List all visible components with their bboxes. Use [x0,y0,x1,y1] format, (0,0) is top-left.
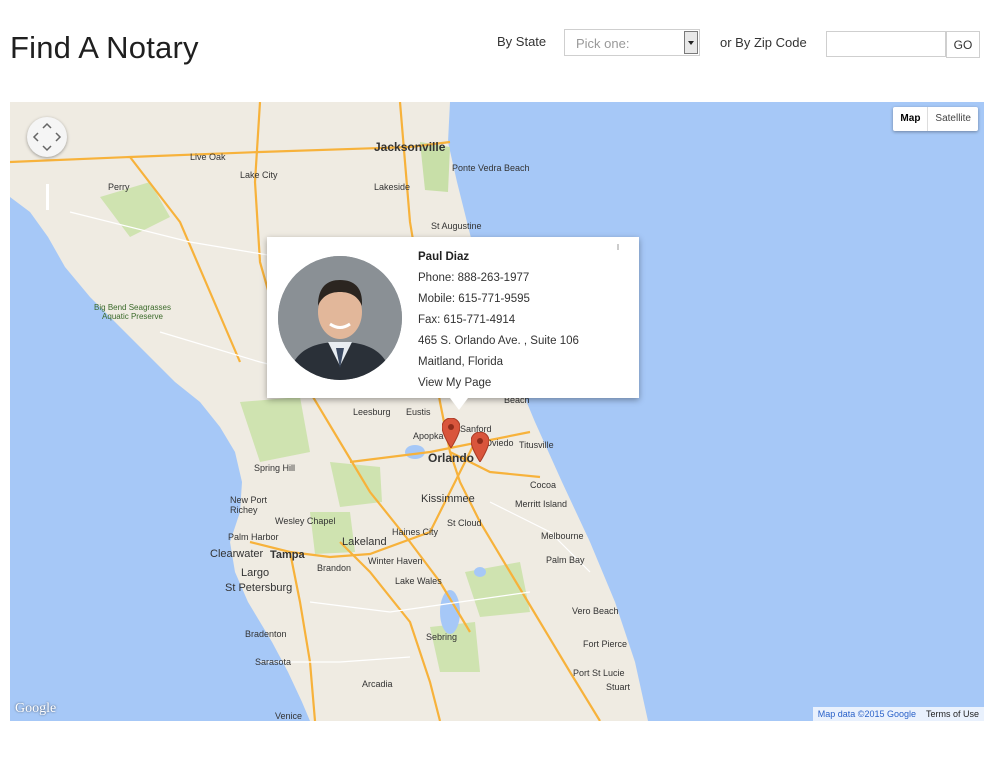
map-attribution: Map data ©2015 Google Terms of Use [812,707,984,721]
zip-label: or By Zip Code [720,35,807,50]
place-label: Port St Lucie [573,668,625,678]
notary-name: Paul Diaz [418,251,470,263]
place-label: Melbourne [541,531,584,541]
zoom-slider[interactable] [46,184,49,210]
pan-arrows-icon [32,122,62,152]
place-label: Cocoa [530,480,557,490]
place-label: Largo [241,567,270,579]
place-label: Merritt Island [515,499,568,509]
state-select-value: Pick one: [576,36,630,51]
place-label: Sebring [426,632,458,642]
place-label: Lakeside [374,182,411,192]
place-label: Titusville [519,440,554,450]
place-label: Leesburg [353,407,391,417]
notary-city: Maitland, Florida [418,356,504,368]
page-header: Find A Notary By State Pick one: or By Z… [0,0,998,102]
place-label: Oviedo [485,438,514,448]
map-pin-icon[interactable] [471,432,489,462]
place-label: Brandon [317,563,352,573]
notary-avatar [278,256,402,380]
place-label: Perry [108,182,130,192]
state-label: By State [497,34,547,49]
map-view[interactable]: Jacksonville Ponte Vedra Beach Live Oak … [10,102,984,721]
notary-info-window: Paul Diaz Phone: 888-263-1977 Mobile: 61… [267,237,639,410]
place-label: Bradenton [245,629,287,639]
place-label: Winter Haven [368,556,423,566]
map-type-control: Map Satellite [893,107,978,131]
place-label: Lakeland [342,536,387,548]
terms-of-use-link[interactable]: Terms of Use [921,707,984,721]
place-label: Stuart [606,682,631,692]
place-label: Haines City [392,527,439,537]
notary-address: 465 S. Orlando Ave. , Suite 106 [418,335,579,347]
place-label: Clearwater [210,548,264,560]
place-label: Orlando [428,451,475,465]
map-type-map[interactable]: Map [893,107,929,131]
place-label: Palm Bay [546,555,585,565]
place-label: Fort Pierce [583,639,628,649]
place-label: St Petersburg [225,582,293,594]
place-label: Wesley Chapel [275,516,336,526]
place-label: New Port Richey [230,495,268,515]
view-my-page-link[interactable]: View My Page [418,373,579,394]
close-icon[interactable] [617,244,619,250]
place-label: Palm Harbor [228,532,279,542]
page-title: Find A Notary [10,30,199,65]
place-label: Arcadia [362,679,393,689]
notary-mobile: Mobile: 615-771-9595 [418,293,530,305]
person-photo-icon [278,256,402,380]
map-pin-icon[interactable] [442,418,460,448]
place-label: Venice [275,711,303,721]
place-label: Lake Wales [395,576,442,586]
place-label: Tampa [270,549,305,561]
place-label: Apopka [413,431,444,441]
notary-phone: Phone: 888-263-1977 [418,272,530,284]
pan-control[interactable] [27,117,67,157]
zip-code-input[interactable] [826,31,946,57]
place-label: Eustis [406,407,431,417]
place-label: Live Oak [190,152,226,162]
map-type-satellite[interactable]: Satellite [928,107,978,131]
go-button[interactable]: GO [946,31,980,58]
place-label: Sarasota [255,657,292,667]
notary-details: Paul Diaz Phone: 888-263-1977 Mobile: 61… [418,247,579,394]
google-logo: Google [15,701,57,716]
map-data-link[interactable]: Map data ©2015 Google [813,707,921,721]
notary-fax: Fax: 615-771-4914 [418,314,516,326]
chevron-down-icon[interactable] [684,31,698,54]
place-label: Kissimmee [421,493,475,505]
state-select[interactable]: Pick one: [564,29,700,56]
place-label: St Augustine [431,221,482,231]
place-label: Vero Beach [572,606,619,616]
place-label: Big Bend Seagrasses Aquatic Preserve [94,303,171,321]
place-label: Jacksonville [374,140,446,154]
place-label: St Cloud [447,518,482,528]
place-label: Lake City [240,170,278,180]
place-label: Spring Hill [254,463,296,473]
map-base-layer [10,102,984,721]
place-label: Ponte Vedra Beach [452,163,530,173]
